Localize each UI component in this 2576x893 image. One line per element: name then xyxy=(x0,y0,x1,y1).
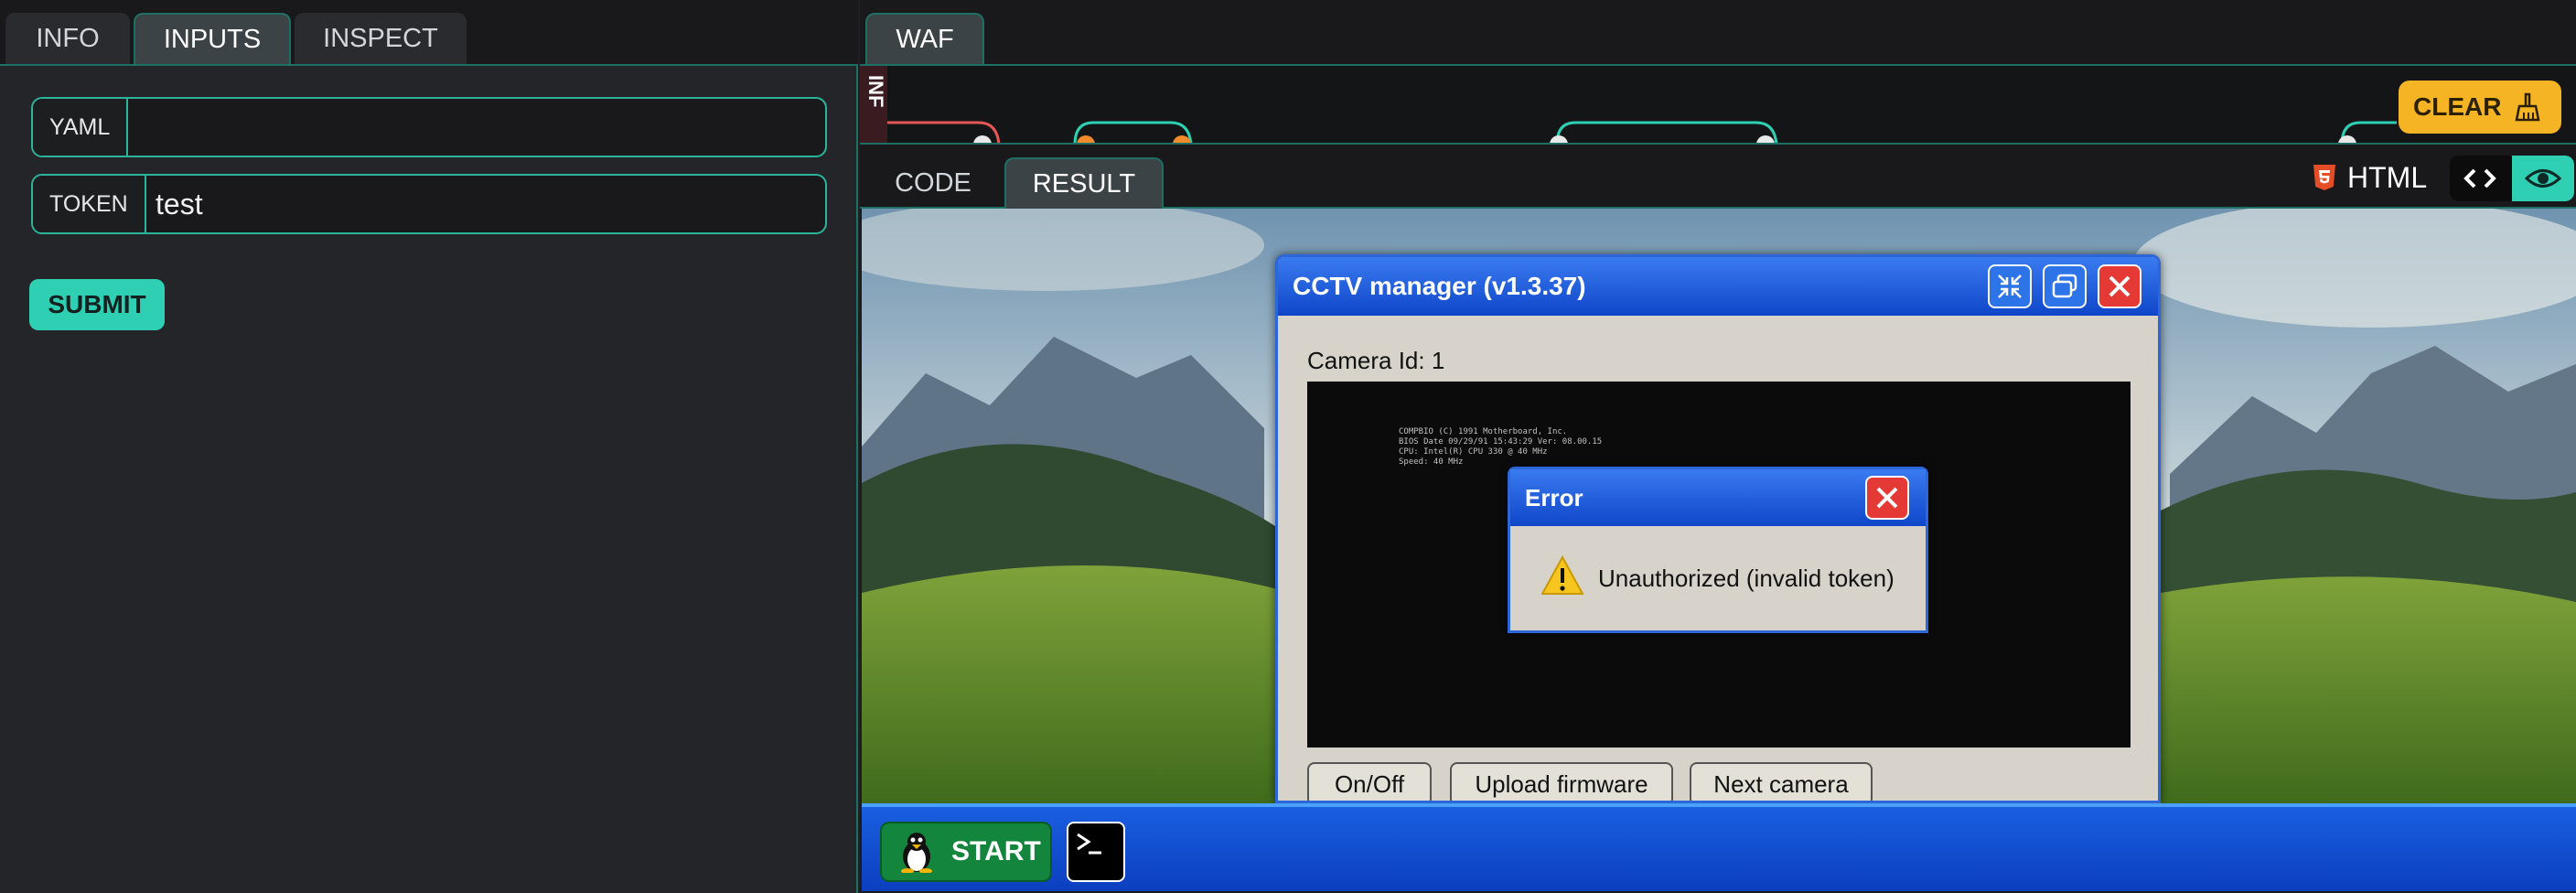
submit-button[interactable]: SUBMIT xyxy=(29,279,165,330)
preview-button[interactable] xyxy=(2512,156,2574,201)
broom-icon xyxy=(2515,92,2540,122)
error-title-bar[interactable]: Error xyxy=(1510,469,1926,526)
cctv-title: CCTV manager (v1.3.37) xyxy=(1293,272,1586,300)
view-toggle[interactable] xyxy=(2450,156,2574,201)
close-icon xyxy=(2109,275,2131,297)
error-dialog: Error Unauthorized (invalid token) xyxy=(1508,467,1928,633)
error-message: Unauthorized (invalid token) xyxy=(1598,565,1894,592)
waf-tab-bar xyxy=(860,0,2576,66)
token-input[interactable]: test xyxy=(156,176,203,232)
error-close-button[interactable] xyxy=(1865,476,1909,520)
upload-firmware-button[interactable]: Upload firmware xyxy=(1450,762,1673,801)
start-button[interactable]: START xyxy=(880,822,1052,882)
bios-line: Speed: 40 MHz xyxy=(1399,457,1464,467)
camera-id-label: Camera Id: 1 xyxy=(1307,347,1445,374)
close-button[interactable] xyxy=(2098,264,2141,308)
token-label: TOKEN xyxy=(33,176,146,232)
restore-button[interactable] xyxy=(2043,264,2087,308)
bios-line: CPU: Intel(R) CPU 330 @ 40 MHz xyxy=(1399,447,1548,457)
onoff-button[interactable]: On/Off xyxy=(1307,762,1432,801)
restore-icon xyxy=(2052,274,2077,298)
format-indicator: HTML xyxy=(2313,159,2427,196)
terminal-button[interactable] xyxy=(1067,822,1125,882)
bios-line: COMPBIO (C) 1991 Motherboard, Inc. xyxy=(1399,427,1568,436)
token-field[interactable]: TOKEN test xyxy=(31,174,827,234)
tab-waf[interactable]: WAF xyxy=(865,13,984,64)
eye-icon xyxy=(2525,169,2561,188)
node-graph[interactable]: INF xyxy=(860,66,2576,145)
collapse-icon xyxy=(1998,274,2022,298)
code-icon xyxy=(2463,168,2496,188)
tux-icon xyxy=(901,833,932,873)
tab-code[interactable]: CODE xyxy=(871,157,995,209)
terminal-icon xyxy=(1077,833,1101,855)
bios-line: BIOS Date 09/29/91 15:43:29 Ver: 08.00.1… xyxy=(1399,437,1603,446)
error-title: Error xyxy=(1525,483,1583,511)
minimize-button[interactable] xyxy=(1988,264,2032,308)
tab-inputs[interactable]: INPUTS xyxy=(134,13,291,64)
tab-result[interactable]: RESULT xyxy=(1004,157,1164,209)
close-icon xyxy=(1876,487,1898,509)
clear-button[interactable]: CLEAR xyxy=(2399,81,2561,134)
tab-inspect[interactable]: INSPECT xyxy=(295,13,467,64)
next-camera-button[interactable]: Next camera xyxy=(1690,762,1873,801)
warning-icon xyxy=(1541,555,1583,595)
tab-info[interactable]: INFO xyxy=(5,13,130,64)
yaml-field[interactable]: YAML xyxy=(31,97,827,157)
graph-edges xyxy=(887,121,2397,143)
clear-label: CLEAR xyxy=(2413,92,2502,121)
start-label: START xyxy=(951,836,1041,866)
yaml-label: YAML xyxy=(33,99,129,156)
code-view-button[interactable] xyxy=(2450,156,2510,201)
html5-icon xyxy=(2313,165,2335,190)
format-label: HTML xyxy=(2347,160,2428,194)
